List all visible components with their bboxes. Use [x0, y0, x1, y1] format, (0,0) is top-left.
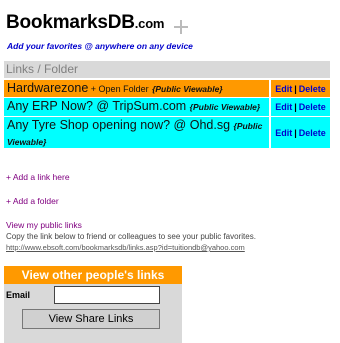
bookmark-cell: Any Tyre Shop opening now? @ Ohd.sg {Pub… — [4, 117, 269, 148]
separator: | — [294, 127, 297, 138]
bookmark-row: Hardwarezone + Open Folder {Public Viewa… — [4, 80, 330, 97]
bookmark-row: Any ERP Now? @ TripSum.com {Public Viewa… — [4, 98, 330, 116]
logo-name-main: Bookmarks — [6, 12, 108, 33]
bookmark-row: Any Tyre Shop opening now? @ Ohd.sg {Pub… — [4, 117, 330, 148]
edit-link[interactable]: Edit — [275, 128, 292, 138]
delete-link[interactable]: Delete — [299, 84, 326, 94]
logo-name-suffix: .com — [134, 16, 165, 31]
logo-name-db: DB — [107, 12, 135, 33]
delete-link[interactable]: Delete — [299, 128, 326, 138]
email-field[interactable] — [54, 286, 160, 304]
public-url-link[interactable]: http://www.ebsoft.com/bookmarksdb/links.… — [6, 243, 245, 252]
public-viewable-label: {Public Viewable} — [152, 84, 223, 94]
delete-link[interactable]: Delete — [299, 102, 326, 112]
view-share-links-button[interactable]: View Share Links — [22, 309, 160, 329]
add-link-button[interactable]: + Add a link here — [6, 172, 70, 182]
copy-instructions: Copy the link below to friend or colleag… — [6, 232, 256, 241]
row-actions: Edit | Delete — [271, 98, 330, 116]
bookmark-cell: Hardwarezone + Open Folder {Public Viewa… — [4, 80, 269, 97]
edit-link[interactable]: Edit — [275, 84, 292, 94]
edit-link[interactable]: Edit — [275, 102, 292, 112]
open-folder-link[interactable]: + Open Folder — [88, 84, 149, 94]
row-actions: Edit | Delete — [271, 117, 330, 148]
bookmark-link[interactable]: Any Tyre Shop opening now? @ Ohd.sg — [7, 118, 230, 132]
view-public-links[interactable]: View my public links — [6, 220, 82, 230]
folder-header: Links / Folder — [4, 61, 330, 78]
bookmark-cell: Any ERP Now? @ TripSum.com {Public Viewa… — [4, 98, 269, 116]
row-actions: Edit | Delete — [271, 80, 330, 97]
separator: | — [294, 83, 297, 94]
public-viewable-label: {Public Viewable} — [189, 102, 261, 112]
tagline: Add your favorites @ anywhere on any dev… — [7, 41, 193, 51]
bookmark-link[interactable]: Hardwarezone — [7, 81, 88, 95]
logo-text: BookmarksDB.com — [6, 12, 164, 34]
separator: | — [294, 102, 297, 112]
panel-title: View other people's links — [4, 266, 182, 284]
add-folder-button[interactable]: + Add a folder — [6, 196, 59, 206]
email-label: Email — [6, 290, 31, 300]
bookmark-link[interactable]: Any ERP Now? @ TripSum.com — [7, 99, 186, 113]
view-others-panel: View other people's links Email View Sha… — [4, 266, 182, 343]
plus-icon — [174, 20, 188, 34]
